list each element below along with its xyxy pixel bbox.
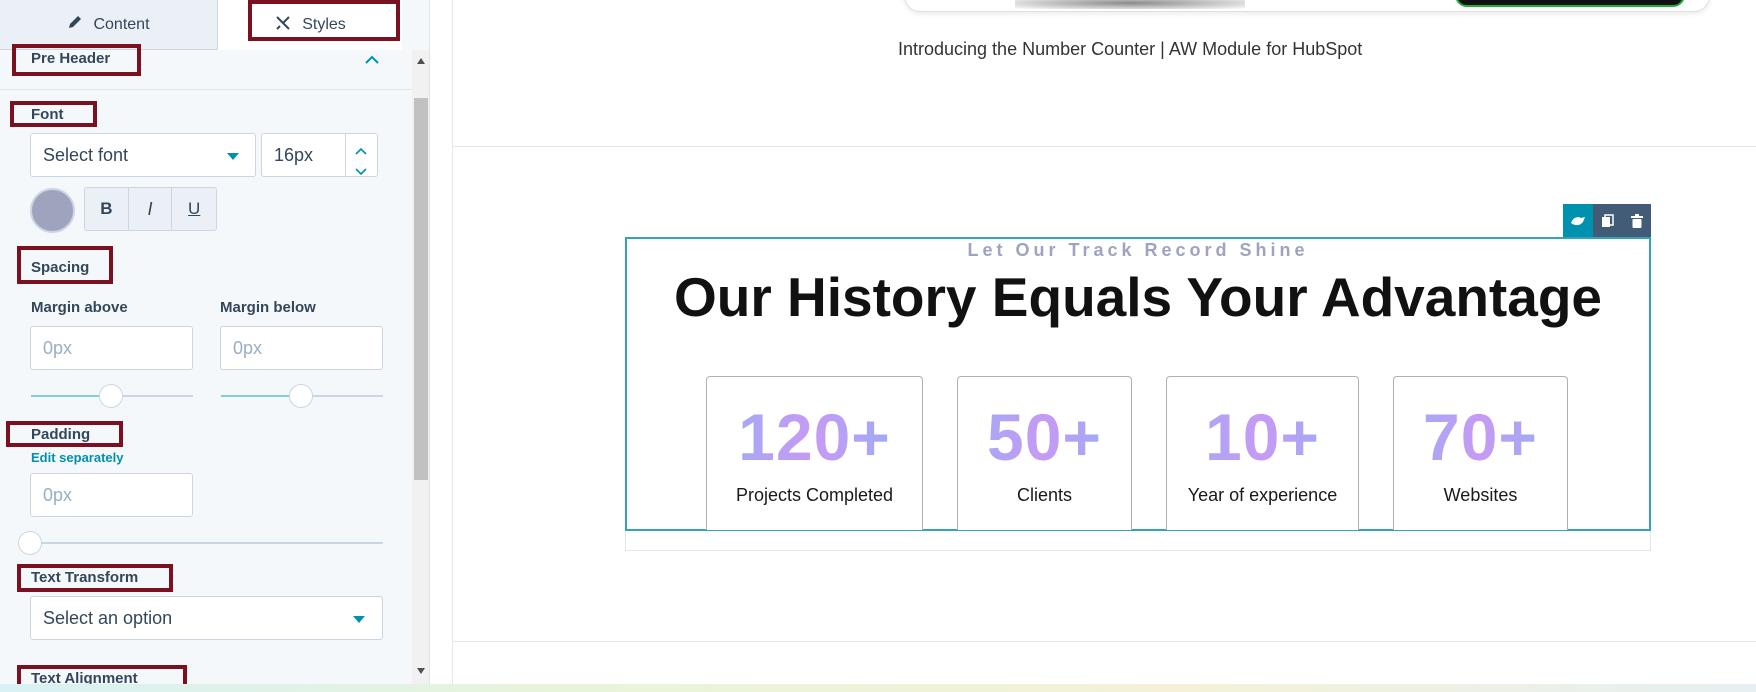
stat-card-clients: 50+ Clients [957,376,1132,530]
font-select[interactable]: Select font [30,133,256,177]
stat-label: Clients [1016,485,1073,505]
stat-number: 120+ [707,399,922,475]
margin-above-placeholder: 0px [43,337,73,358]
underline-button[interactable]: U [172,188,216,230]
module-drop-zone[interactable] [625,531,1651,551]
pencil-icon [67,14,83,35]
padding-placeholder: 0px [43,484,73,505]
stat-number: 10+ [1167,399,1358,475]
spacing-label: Spacing [31,259,90,276]
padding-slider-track[interactable] [31,542,383,544]
stat-label: Year of experience [1187,485,1338,505]
margin-above-label: Margin above [31,299,128,316]
trash-icon[interactable] [1622,204,1651,237]
section-divider [452,641,1756,642]
edit-separately-link[interactable]: Edit separately [31,450,124,465]
chevron-up-icon[interactable] [364,52,380,70]
stepper-divider [345,134,346,176]
pre-header-text: Let Our Track Record Shine [967,240,1309,260]
video-card[interactable] [904,0,1710,12]
stat-label: Projects Completed [735,485,894,505]
font-label: Font [31,106,64,123]
clone-icon[interactable] [1593,204,1622,237]
caret-down-icon [353,616,365,623]
caret-down-icon [227,153,239,160]
bold-button[interactable]: B [85,188,129,230]
styles-panel: Pre Header Font Select font 16px B I U S… [0,44,412,692]
canvas-left-edge [452,0,453,692]
text-transform-label: Text Transform [31,569,139,586]
sidebar-scrollbar[interactable] [412,50,429,692]
stepper-down-icon[interactable] [354,160,368,181]
tab-styles-label: Styles [302,16,346,33]
text-transform-select[interactable]: Select an option [30,596,383,640]
font-select-value: Select font [43,144,129,165]
stepper-up-icon[interactable] [354,140,368,161]
scrollbar-thumb[interactable] [414,98,428,480]
margin-below-placeholder: 0px [233,337,263,358]
drag-icon[interactable] [1563,204,1593,237]
stat-card-experience: 10+ Year of experience [1166,376,1359,530]
margin-below-label: Margin below [220,299,316,316]
margin-above-slider-handle[interactable] [99,384,123,408]
margin-above-input[interactable]: 0px [30,326,193,370]
text-transform-value: Select an option [43,607,173,628]
scroll-up-arrow-icon[interactable] [417,58,425,64]
video-cta-button[interactable] [1455,0,1685,7]
font-color-swatch[interactable] [30,188,75,233]
page-preview: Introducing the Number Counter | AW Modu… [452,0,1756,692]
stat-card-projects: 120+ Projects Completed [706,376,923,530]
text-style-group: B I U [84,187,217,231]
padding-slider-handle[interactable] [18,531,42,555]
tab-styles[interactable]: Styles [218,0,402,50]
window-bottom-strip [0,684,1756,692]
stat-number: 50+ [958,399,1131,475]
italic-button[interactable]: I [129,188,173,230]
section-divider [452,146,1756,147]
scroll-down-arrow-icon[interactable] [417,668,425,674]
tab-content[interactable]: Content [0,0,218,50]
padding-input[interactable]: 0px [30,473,193,517]
stat-card-websites: 70+ Websites [1393,376,1568,530]
video-thumbnail [1015,0,1245,9]
margin-below-slider-handle[interactable] [289,384,313,408]
module-toolbar [1563,204,1651,237]
font-size-value: 16px [274,144,314,165]
sidebar-tabs: Content Styles [0,0,429,50]
tab-content-label: Content [93,15,150,33]
module-heading: Our History Equals Your Advantage [673,266,1603,328]
padding-label: Padding [31,426,91,443]
pre-header-title: Pre Header [31,50,111,67]
pre-header-section-toggle[interactable]: Pre Header [0,50,412,90]
stat-label: Websites [1443,485,1518,505]
stat-number: 70+ [1394,399,1567,475]
font-size-input[interactable]: 16px [261,133,378,177]
styles-icon [274,14,292,37]
video-caption: Introducing the Number Counter | AW Modu… [898,39,1363,59]
editor-sidebar: Content Styles Pre Header Font Select fo… [0,0,430,692]
margin-below-input[interactable]: 0px [220,326,383,370]
